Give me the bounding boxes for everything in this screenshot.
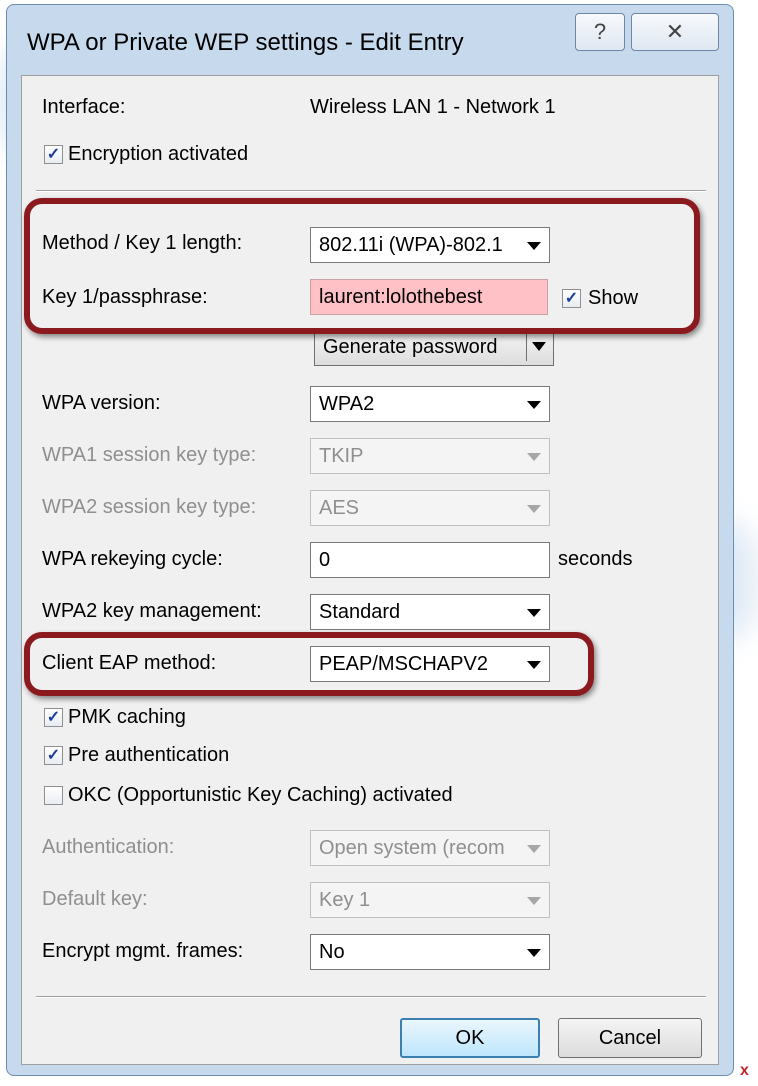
- stray-close-icon: x: [740, 1062, 749, 1079]
- okc-label: OKC (Opportunistic Key Caching) activate…: [68, 784, 453, 806]
- cancel-button[interactable]: Cancel: [558, 1018, 702, 1058]
- generate-password-label: Generate password: [323, 336, 498, 358]
- authentication-label: Authentication:: [42, 836, 175, 858]
- checkmark-icon: ✓: [46, 708, 61, 726]
- default-key-label: Default key:: [42, 888, 148, 910]
- chevron-down-icon: [527, 401, 541, 409]
- chevron-down-icon: [527, 897, 541, 905]
- divider: [36, 190, 706, 192]
- seconds-unit-label: seconds: [558, 548, 633, 570]
- split-divider: [526, 333, 527, 361]
- pmk-caching-label: PMK caching: [68, 706, 186, 728]
- chevron-down-icon: [527, 505, 541, 513]
- wpa-rekeying-cycle-input[interactable]: 0: [310, 542, 550, 578]
- checkmark-icon: ✓: [46, 145, 61, 163]
- wpa2-key-management-value: Standard: [319, 601, 401, 623]
- encrypt-mgmt-frames-select[interactable]: No: [310, 934, 550, 970]
- help-icon: ?: [593, 19, 607, 44]
- wpa2-session-key-type-value: AES: [319, 497, 360, 519]
- wpa2-session-key-type-select[interactable]: AES: [310, 490, 550, 526]
- authentication-select[interactable]: Open system (recom: [310, 830, 550, 866]
- highlight-box-client-eap: [24, 632, 594, 696]
- help-button[interactable]: ?: [575, 13, 625, 51]
- wpa1-session-key-type-select[interactable]: TKIP: [310, 438, 550, 474]
- wpa1-session-key-type-label: WPA1 session key type:: [42, 444, 257, 466]
- default-key-select[interactable]: Key 1: [310, 882, 550, 918]
- encrypt-mgmt-frames-label: Encrypt mgmt. frames:: [42, 940, 244, 962]
- chevron-down-icon: [527, 453, 541, 461]
- default-key-value: Key 1: [319, 889, 371, 911]
- interface-label: Interface:: [42, 96, 126, 118]
- interface-value: Wireless LAN 1 - Network 1: [310, 96, 556, 118]
- ok-button[interactable]: OK: [400, 1018, 540, 1058]
- wpa2-key-management-select[interactable]: Standard: [310, 594, 550, 630]
- dialog-window: WPA or Private WEP settings - Edit Entry…: [6, 4, 734, 1076]
- highlight-box-method-key: [24, 198, 700, 334]
- wpa-rekeying-cycle-label: WPA rekeying cycle:: [42, 548, 223, 570]
- close-icon: ✕: [665, 19, 685, 44]
- divider: [36, 996, 706, 998]
- wpa-version-select[interactable]: WPA2: [310, 386, 550, 422]
- wpa1-session-key-type-value: TKIP: [319, 445, 364, 467]
- pmk-caching-checkbox[interactable]: ✓: [44, 708, 63, 727]
- encrypt-mgmt-frames-value: No: [319, 941, 345, 963]
- dialog-content: Interface: Wireless LAN 1 - Network 1 ✓ …: [21, 75, 719, 1065]
- title-bar[interactable]: WPA or Private WEP settings - Edit Entry…: [7, 5, 733, 75]
- pre-authentication-checkbox[interactable]: ✓: [44, 746, 63, 765]
- encryption-activated-checkbox[interactable]: ✓: [44, 145, 63, 164]
- pre-authentication-label: Pre authentication: [68, 744, 230, 766]
- chevron-down-icon: [527, 949, 541, 957]
- wpa2-session-key-type-label: WPA2 session key type:: [42, 496, 257, 518]
- chevron-down-icon: [527, 845, 541, 853]
- wpa-version-label: WPA version:: [42, 392, 161, 414]
- close-button[interactable]: ✕: [631, 13, 719, 51]
- encryption-activated-label: Encryption activated: [68, 143, 249, 165]
- wpa2-key-management-label: WPA2 key management:: [42, 600, 262, 622]
- checkmark-icon: ✓: [46, 746, 61, 764]
- authentication-value: Open system (recom: [319, 837, 505, 859]
- chevron-down-icon: [527, 609, 541, 617]
- window-title: WPA or Private WEP settings - Edit Entry: [27, 29, 464, 56]
- chevron-down-icon[interactable]: [532, 342, 546, 351]
- wpa-rekeying-cycle-value: 0: [319, 549, 331, 571]
- okc-checkbox[interactable]: [44, 786, 63, 805]
- wpa-version-value: WPA2: [319, 393, 375, 415]
